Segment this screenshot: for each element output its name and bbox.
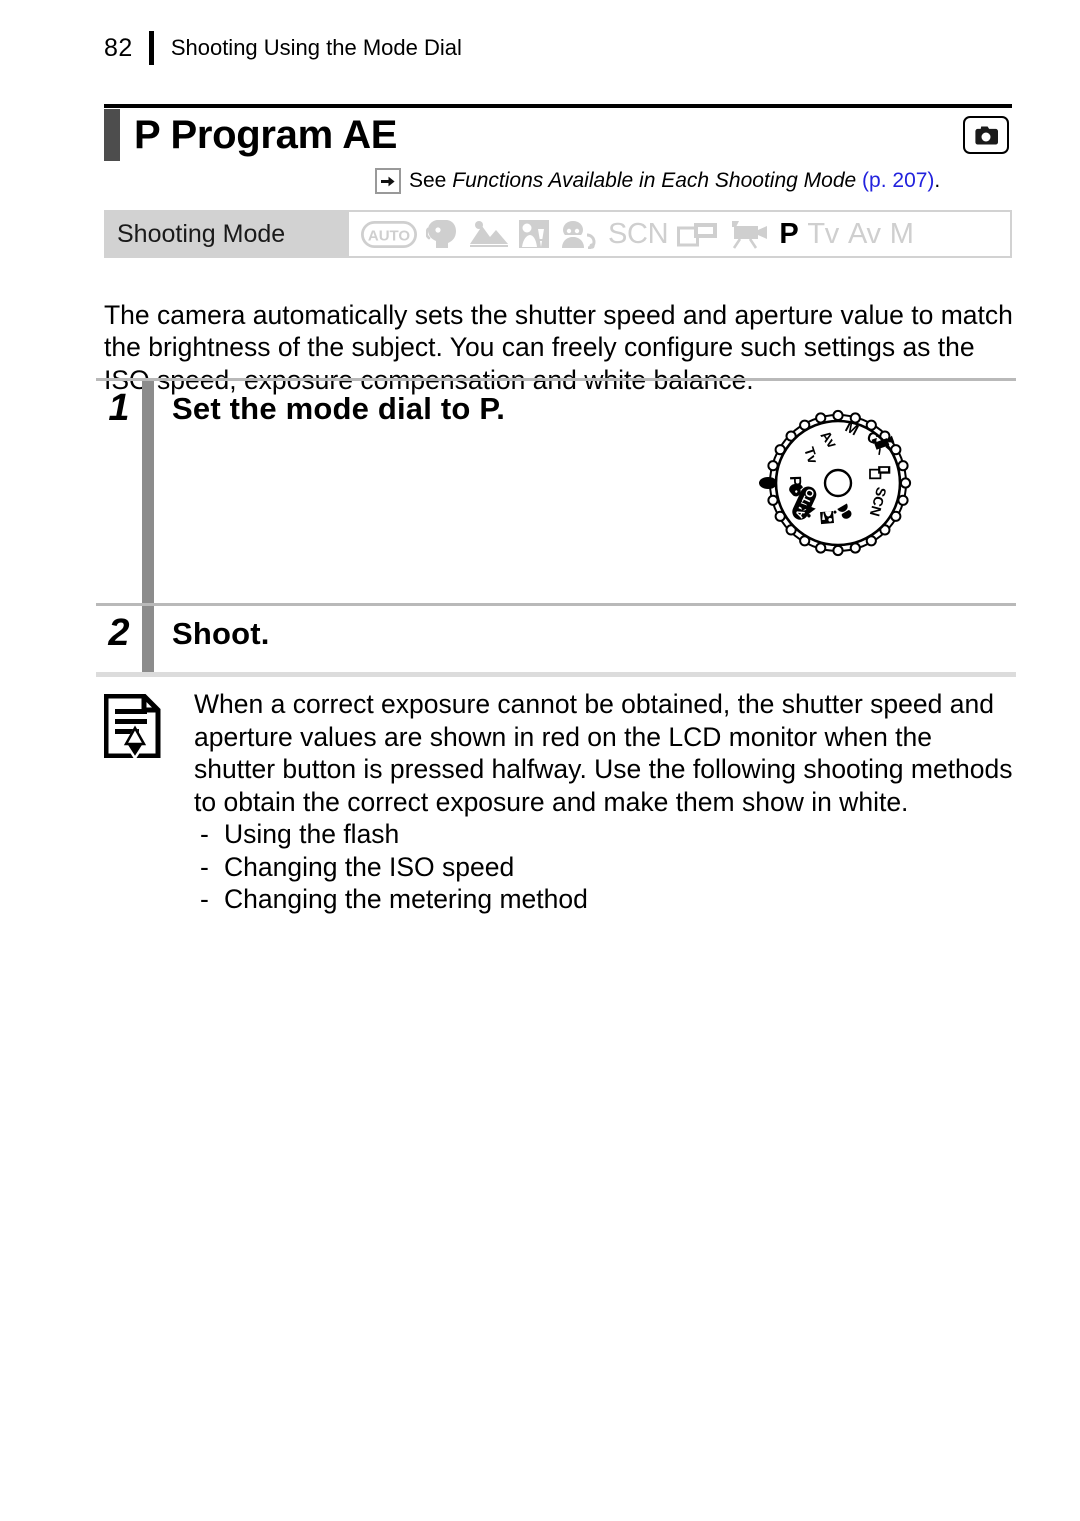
note-list-item: - Changing the metering method	[194, 883, 1016, 916]
step-body-1: Set the mode dial to P. M Av Tv P C AUTO…	[172, 381, 1016, 603]
shooting-mode-label: Shooting Mode	[117, 219, 286, 248]
shooting-mode-strip: Shooting Mode AUTO SCN P Tv Av M	[104, 210, 1012, 258]
note-top-rule	[96, 672, 1016, 677]
see-reference-lead: See	[409, 169, 447, 192]
step-body-2: Shoot.	[172, 606, 1016, 672]
note-list-item-label: Changing the metering method	[224, 884, 588, 914]
page-number: 82	[104, 33, 133, 62]
title-block: P Program AE	[104, 108, 1012, 162]
mode-label-scn: SCN	[608, 217, 669, 250]
mode-label-p: P	[779, 217, 799, 250]
see-reference-tail: .	[934, 169, 941, 192]
step-heading-2: Shoot.	[172, 616, 270, 651]
running-header: 82 Shooting Using the Mode Dial	[104, 28, 462, 68]
bullet-marker: -	[200, 884, 209, 914]
mode-icon-portrait	[426, 219, 460, 249]
page-reference-link[interactable]: (p. 207)	[862, 169, 934, 193]
step-number-1: 1	[108, 387, 130, 429]
note-list-item: - Using the flash	[194, 818, 1016, 851]
mode-icon-night-snapshot	[518, 219, 550, 249]
bullet-marker: -	[200, 851, 209, 882]
header-divider	[148, 31, 154, 65]
mode-icon-auto: AUTO	[361, 220, 417, 248]
note-body-text: When a correct exposure cannot be obtain…	[194, 689, 1013, 817]
page-title: P Program AE	[134, 113, 398, 157]
see-reference: See Functions Available in Each Shooting…	[375, 168, 940, 194]
manual-page: 82 Shooting Using the Mode Dial P Progra…	[0, 0, 1080, 1521]
step-1: 1 Set the mode dial to P. M Av Tv P C AU…	[96, 381, 1016, 603]
mode-icon-landscape	[469, 220, 509, 248]
bullet-marker: -	[200, 819, 209, 849]
step-accent-bar-2	[142, 606, 154, 672]
note-content: When a correct exposure cannot be obtain…	[170, 688, 1016, 916]
steps-list: 1 Set the mode dial to P. M Av Tv P C AU…	[96, 378, 1016, 676]
note-list-item-label: Using the flash	[224, 819, 400, 849]
mode-label-av: Av	[848, 217, 881, 250]
note-list-item: - Changing the ISO speed	[194, 851, 1016, 884]
camera-icon	[963, 116, 1009, 154]
note-pencil-icon	[103, 688, 170, 763]
step-accent-bar-1	[142, 381, 154, 603]
mode-label-tv: Tv	[807, 217, 840, 250]
section-title: Shooting Using the Mode Dial	[170, 35, 462, 60]
title-accent-bar	[104, 109, 120, 161]
svg-text:AUTO: AUTO	[368, 227, 411, 244]
note-block: When a correct exposure cannot be obtain…	[103, 688, 1016, 916]
mode-icon-movie	[728, 219, 770, 249]
mode-icon-manual: M	[889, 217, 914, 250]
mode-icon-shutter-priority: Tv	[807, 217, 840, 250]
see-reference-emphasis: Functions Available in Each Shooting Mod…	[452, 169, 857, 192]
mode-icon-stitch-assist	[677, 221, 719, 247]
step-2: 2 Shoot.	[96, 606, 1016, 672]
note-list-item-label: Changing the ISO speed	[224, 851, 515, 882]
mode-dial-illustration: M Av Tv P C AUTO SCN	[758, 403, 918, 568]
step-number-2: 2	[108, 612, 130, 654]
mode-icon-scene: SCN	[608, 217, 669, 250]
shooting-mode-icon-list: AUTO SCN P Tv Av M	[349, 212, 1010, 256]
mode-icon-aperture-priority: Av	[848, 217, 881, 250]
mode-icon-program-ae: P	[779, 217, 799, 250]
mode-label-m: M	[889, 217, 914, 250]
note-bullet-list: - Using the flash - Changing the ISO spe…	[194, 818, 1016, 916]
arrow-right-icon	[375, 168, 401, 194]
mode-icon-kids-and-pets	[559, 219, 599, 249]
